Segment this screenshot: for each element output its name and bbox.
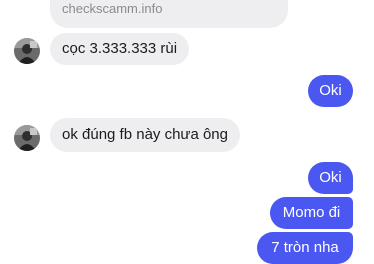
message-text: ok đúng fb này chưa ông [62,126,228,143]
contact-avatar-icon[interactable] [14,125,40,151]
outgoing-message[interactable]: Oki [308,162,353,194]
message-text: Momo đi [282,204,341,221]
link-preview-url: checkscamm.info [62,1,163,16]
link-preview-bubble[interactable]: checkscamm.info [50,0,288,28]
message-text: cọc 3.333.333 rùi [62,40,178,57]
incoming-message[interactable]: cọc 3.333.333 rùi [50,33,190,65]
message-text: Oki [319,82,342,99]
incoming-message[interactable]: ok đúng fb này chưa ông [50,118,240,152]
outgoing-message[interactable]: 7 tròn nha [257,232,353,264]
chat-thread: checkscamm.info cọc 3.333.333 rùi Oki ok… [0,0,374,264]
outgoing-message[interactable]: Momo đi [270,197,353,229]
message-text: 7 tròn nha [271,239,339,256]
contact-avatar-icon[interactable] [14,38,40,64]
outgoing-message[interactable]: Oki [308,75,353,107]
message-text: Oki [319,169,342,186]
